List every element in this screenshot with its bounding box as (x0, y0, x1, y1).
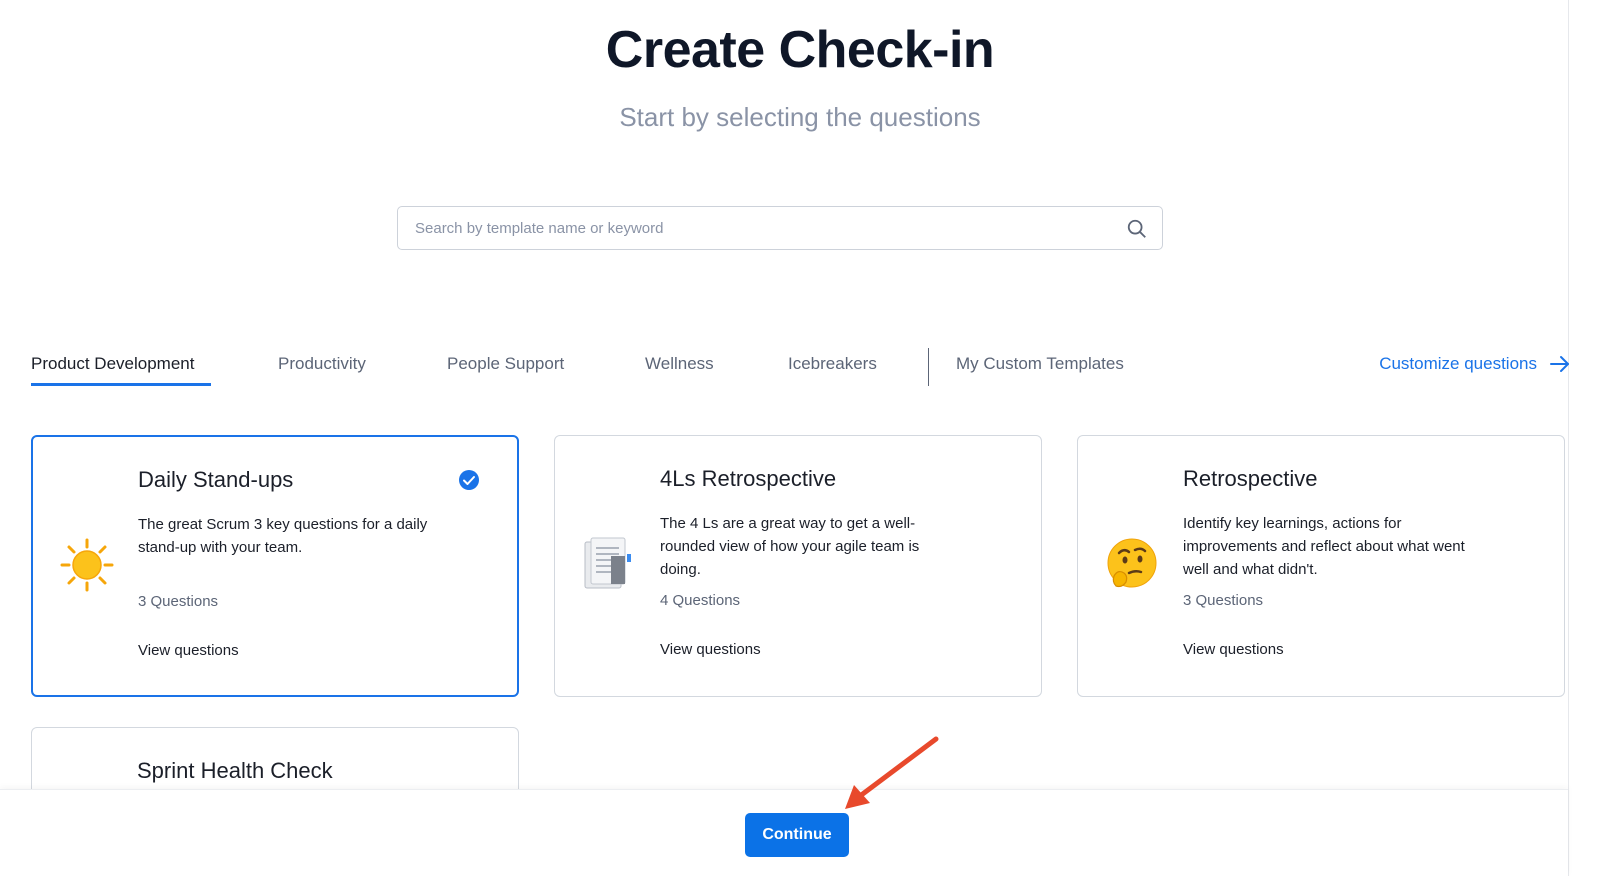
category-tabs: Product Development Productivity People … (31, 348, 1571, 386)
page: Create Check-in Start by selecting the q… (0, 0, 1600, 876)
active-tab-indicator (31, 383, 211, 386)
card-title: Daily Stand-ups (138, 467, 294, 492)
tab-divider (928, 348, 929, 386)
template-card-4ls-retrospective[interactable]: 4Ls Retrospective The 4 Ls are a great w… (554, 435, 1042, 697)
tab-productivity[interactable]: Productivity (278, 354, 366, 374)
card-title: Sprint Health Check (137, 758, 333, 783)
tab-people-support[interactable]: People Support (447, 354, 564, 374)
tab-wellness[interactable]: Wellness (645, 354, 714, 374)
continue-button[interactable]: Continue (745, 813, 849, 857)
arrow-right-icon (1550, 356, 1569, 372)
search-box[interactable] (397, 206, 1163, 250)
page-subtitle: Start by selecting the questions (619, 102, 981, 132)
card-description: The 4 Ls are a great way to get a well-r… (660, 515, 920, 578)
template-card-daily-stand-ups[interactable]: Daily Stand-ups The great Scrum 3 key qu… (31, 435, 519, 697)
customize-questions-link[interactable]: Customize questions (1379, 354, 1571, 374)
view-questions-link[interactable]: View questions (1183, 641, 1284, 658)
card-description: The great Scrum 3 key questions for a da… (138, 516, 428, 556)
annotation-arrow-icon (845, 736, 939, 809)
view-questions-link[interactable]: View questions (660, 641, 761, 658)
search-icon[interactable] (1126, 218, 1148, 240)
document-icon (584, 537, 631, 589)
selected-check-icon (459, 470, 479, 490)
card-question-count: 4 Questions (660, 592, 741, 609)
view-questions-link[interactable]: View questions (138, 642, 239, 659)
card-question-count: 3 Questions (1183, 592, 1264, 609)
sun-icon (60, 538, 114, 592)
thinking-face-icon (1107, 538, 1157, 588)
card-description: Identify key learnings, actions for impr… (1183, 515, 1465, 578)
card-title: 4Ls Retrospective (660, 466, 837, 491)
page-title: Create Check-in (605, 21, 995, 79)
search-input[interactable] (398, 207, 1098, 249)
card-title: Retrospective (1183, 466, 1318, 491)
customize-questions-label: Customize questions (1379, 354, 1537, 373)
tab-my-custom-templates[interactable]: My Custom Templates (956, 354, 1124, 374)
tab-product-development[interactable]: Product Development (31, 354, 194, 374)
footer-bar: Continue (0, 789, 1568, 876)
template-card-retrospective[interactable]: Retrospective Identify key learnings, ac… (1077, 435, 1565, 697)
card-question-count: 3 Questions (138, 593, 219, 610)
tab-icebreakers[interactable]: Icebreakers (788, 354, 877, 374)
